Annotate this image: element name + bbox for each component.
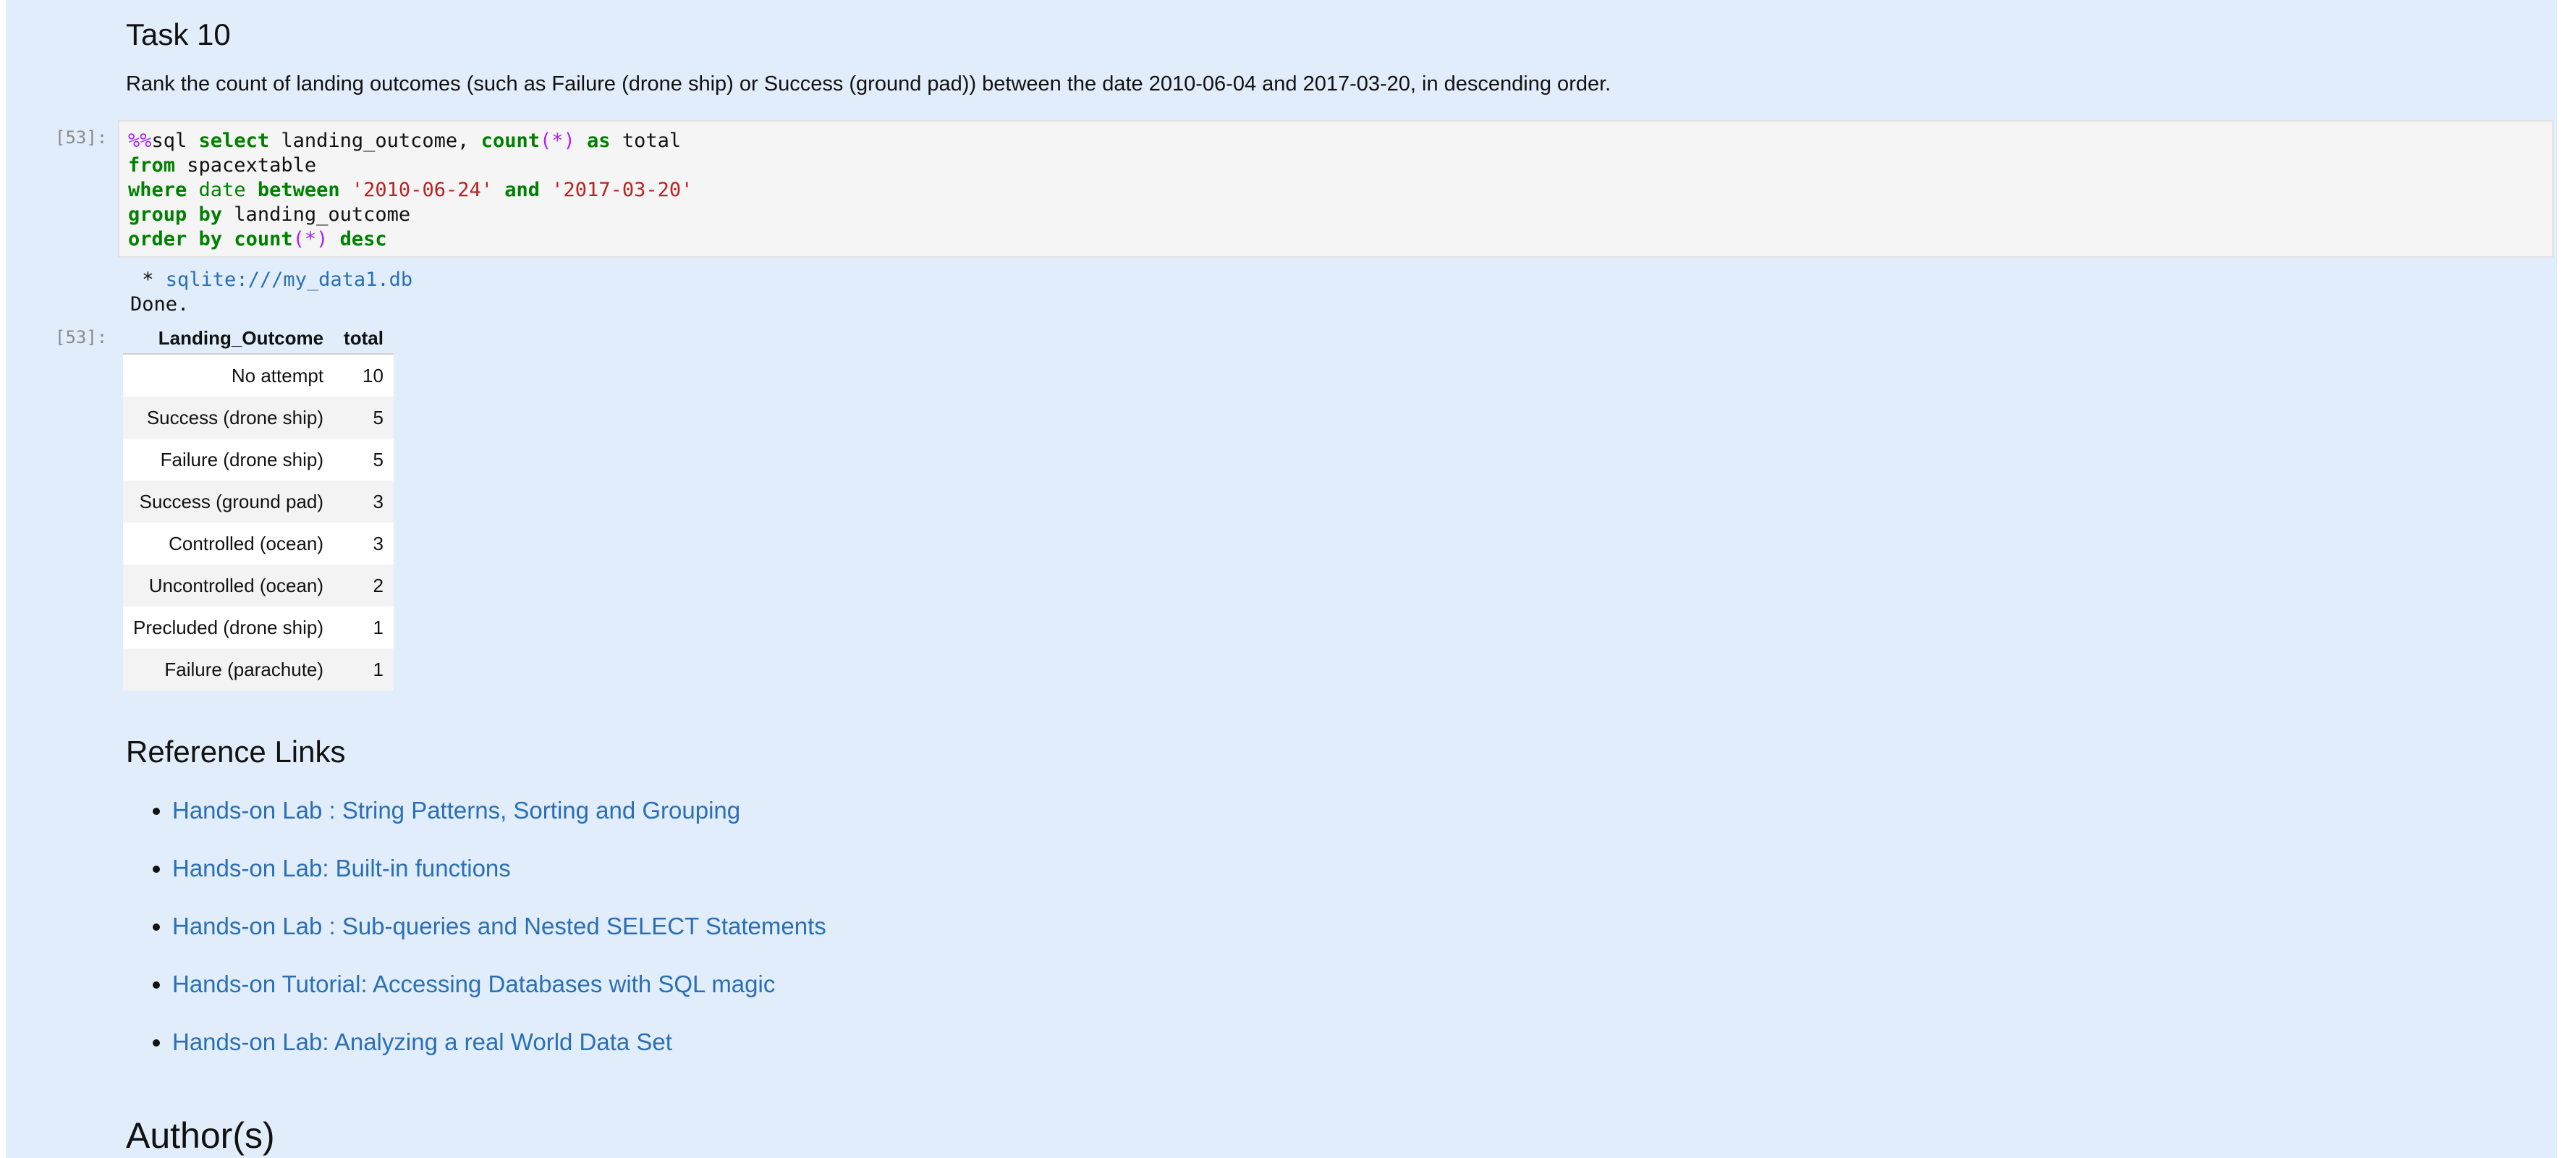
reference-link[interactable]: Hands-on Lab : Sub-queries and Nested SE…: [172, 913, 826, 939]
list-item: Hands-on Lab: Analyzing a real World Dat…: [172, 1020, 826, 1078]
db-connection-link[interactable]: sqlite:///my_data1.db: [166, 269, 412, 291]
operator-token: ): [563, 130, 575, 152]
code-token: spacextable: [175, 154, 317, 177]
keyword-token: and: [504, 179, 541, 201]
table-row: Failure (parachute) 1: [123, 648, 394, 690]
code-line-4: group by landing_outcome: [128, 203, 2543, 227]
table-cell: Failure (drone ship): [123, 439, 334, 481]
reference-links-heading: Reference Links: [126, 735, 346, 769]
reference-links-list: Hands-on Lab : String Patterns, Sorting …: [126, 789, 826, 1078]
table-cell: Controlled (ocean): [123, 523, 334, 565]
task-title: Task 10: [126, 17, 231, 51]
stdout-line-1: * sqlite:///my_data1.db: [130, 269, 412, 291]
list-item: Hands-on Lab : Sub-queries and Nested SE…: [172, 905, 826, 963]
list-item: Hands-on Tutorial: Accessing Databases w…: [172, 963, 826, 1020]
table-cell: 5: [334, 397, 394, 439]
operator-token: (: [292, 228, 305, 250]
string-token: '2017-03-20': [551, 179, 693, 201]
name-token: date: [198, 179, 246, 201]
keyword-token: desc: [339, 228, 387, 250]
table-cell: 1: [334, 648, 394, 690]
table-cell: 3: [334, 481, 394, 523]
code-token: landing_outcome,: [269, 130, 481, 152]
operator-token: ): [316, 228, 329, 250]
table-cell: No attempt: [123, 354, 334, 397]
keyword-token: from: [128, 154, 176, 177]
code-line-2: from spacextable: [128, 153, 2543, 178]
keyword-token: select: [198, 130, 270, 152]
table-row: Controlled (ocean) 3: [123, 523, 394, 565]
reference-link[interactable]: Hands-on Tutorial: Accessing Databases w…: [172, 971, 775, 997]
stdout-bullet: *: [130, 269, 166, 291]
notebook-area: Task 10 Rank the count of landing outcom…: [6, 0, 2557, 1158]
column-header: Landing_Outcome: [123, 323, 334, 355]
code-token: total: [610, 130, 682, 152]
code-token: sql: [151, 130, 199, 152]
column-header: total: [334, 323, 394, 355]
table-row: Success (drone ship) 5: [123, 397, 394, 439]
table-cell: Precluded (drone ship): [123, 607, 334, 648]
table-cell: 5: [334, 439, 394, 481]
keyword-token: where: [128, 179, 187, 201]
code-line-5: order by count(*) desc: [128, 227, 2543, 252]
list-item: Hands-on Lab : String Patterns, Sorting …: [172, 789, 826, 847]
function-token: count: [480, 130, 540, 152]
keyword-token: as: [587, 130, 611, 152]
operator-token: (: [539, 130, 552, 152]
output-prompt: [53]:: [55, 327, 108, 347]
table-row: Failure (drone ship) 5: [123, 439, 394, 481]
operator-token: *: [304, 228, 317, 250]
code-line-1: %%sql select landing_outcome, count(*) a…: [128, 129, 2543, 153]
magic-token: %%: [128, 130, 152, 152]
task-description: Rank the count of landing outcomes (such…: [126, 72, 1611, 96]
reference-link[interactable]: Hands-on Lab: Analyzing a real World Dat…: [172, 1028, 672, 1055]
function-token: count: [234, 228, 293, 250]
table-cell: Success (drone ship): [123, 397, 334, 439]
table-row: Uncontrolled (ocean) 2: [123, 565, 394, 607]
table-cell: 2: [334, 565, 394, 607]
table-row: No attempt 10: [123, 354, 394, 397]
table-cell: 3: [334, 523, 394, 565]
input-prompt: [53]:: [55, 127, 108, 148]
code-token: landing_outcome: [222, 203, 411, 226]
string-token: '2010-06-24': [351, 179, 493, 201]
code-editor[interactable]: %%sql select landing_outcome, count(*) a…: [118, 120, 2554, 258]
keyword-token: group by: [128, 203, 223, 226]
table-cell: Uncontrolled (ocean): [123, 565, 334, 607]
code-line-3: where date between '2010-06-24' and '201…: [128, 178, 2543, 203]
keyword-token: order by: [128, 228, 223, 250]
reference-link[interactable]: Hands-on Lab: Built-in functions: [172, 855, 511, 882]
reference-link[interactable]: Hands-on Lab : String Patterns, Sorting …: [172, 797, 740, 824]
table-row: Success (ground pad) 3: [123, 481, 394, 523]
cell-stdout: * sqlite:///my_data1.db Done.: [130, 268, 412, 317]
keyword-token: between: [257, 179, 340, 201]
table-cell: 10: [334, 354, 394, 397]
table-header-row: Landing_Outcome total: [123, 323, 394, 355]
authors-heading: Author(s): [126, 1115, 275, 1156]
operator-token: *: [551, 130, 564, 152]
stdout-done: Done.: [130, 293, 190, 316]
result-table: Landing_Outcome total No attempt 10 Succ…: [123, 323, 394, 690]
list-item: Hands-on Lab: Built-in functions: [172, 847, 826, 905]
table-cell: Failure (parachute): [123, 648, 334, 690]
table-row: Precluded (drone ship) 1: [123, 607, 394, 648]
table-cell: Success (ground pad): [123, 481, 334, 523]
table-cell: 1: [334, 607, 394, 648]
